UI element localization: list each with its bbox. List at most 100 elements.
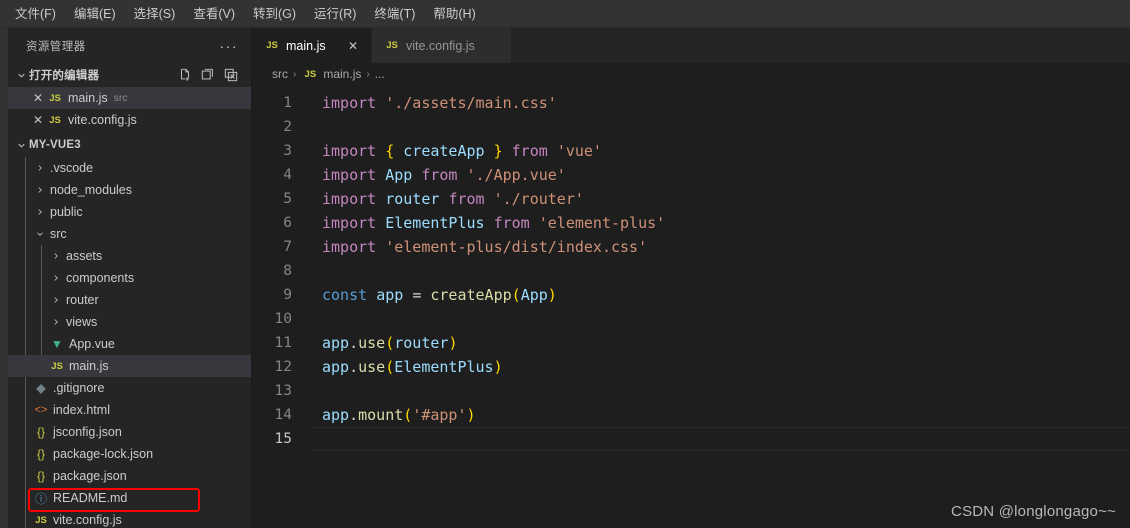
open-editors-section-header[interactable]: 打开的编辑器 bbox=[8, 63, 251, 87]
new-file-icon[interactable] bbox=[178, 68, 192, 82]
tree-item-views[interactable]: views bbox=[8, 311, 251, 333]
menu-edit[interactable]: 编辑(E) bbox=[65, 3, 125, 25]
line-number: 8 bbox=[283, 263, 292, 279]
explorer-sidebar: 资源管理器 ··· 打开的编辑器 ✕ JS main.js src ✕ JS v… bbox=[8, 28, 252, 528]
line-number: 6 bbox=[283, 215, 292, 231]
tab-label: main.js bbox=[286, 38, 326, 53]
tree-item-label: jsconfig.json bbox=[53, 425, 122, 439]
close-all-icon[interactable] bbox=[224, 68, 238, 82]
html-file-icon: <> bbox=[34, 404, 48, 416]
tree-item-components[interactable]: components bbox=[8, 267, 251, 289]
chevron-right-icon bbox=[48, 251, 63, 261]
line-number: 2 bbox=[283, 119, 292, 135]
readme-info-icon: ⓘ bbox=[34, 491, 47, 506]
line-number: 14 bbox=[274, 407, 292, 423]
tree-item-label: node_modules bbox=[50, 183, 133, 197]
close-icon[interactable]: ✕ bbox=[30, 91, 46, 105]
menu-file[interactable]: 文件(F) bbox=[6, 3, 65, 25]
activity-bar[interactable] bbox=[0, 28, 8, 528]
code-line-12: app.use(ElementPlus) bbox=[322, 358, 503, 376]
explorer-title-bar: 资源管理器 ··· bbox=[8, 28, 251, 63]
line-number: 12 bbox=[274, 359, 292, 375]
tree-item-vscode[interactable]: .vscode bbox=[8, 157, 251, 179]
tree-item-router[interactable]: router bbox=[8, 289, 251, 311]
menu-help[interactable]: 帮助(H) bbox=[424, 3, 484, 25]
code-line-1: import './assets/main.css' bbox=[322, 94, 557, 112]
code-line-5: import router from './router' bbox=[322, 190, 584, 208]
json-file-icon: {} bbox=[36, 469, 45, 483]
tree-item-readme-md[interactable]: ⓘ README.md bbox=[8, 487, 251, 509]
code-line-9: const app = createApp(App) bbox=[322, 286, 557, 304]
tree-item-app-vue[interactable]: ▼ App.vue bbox=[8, 333, 251, 355]
tree-item-main-js[interactable]: JS main.js bbox=[8, 355, 251, 377]
menu-bar: 文件(F) 编辑(E) 选择(S) 查看(V) 转到(G) 运行(R) 终端(T… bbox=[0, 0, 1130, 28]
menu-selection[interactable]: 选择(S) bbox=[125, 3, 185, 25]
line-number: 4 bbox=[283, 167, 292, 183]
tree-item-label: .vscode bbox=[50, 161, 94, 175]
tree-item-src[interactable]: src bbox=[8, 223, 251, 245]
file-tree: .vscode node_modules public src assets c… bbox=[8, 157, 251, 528]
line-number: 7 bbox=[283, 239, 292, 255]
tree-item-public[interactable]: public bbox=[8, 201, 251, 223]
tree-item-gitignore[interactable]: ◆ .gitignore bbox=[8, 377, 251, 399]
tree-item-label: main.js bbox=[69, 359, 109, 373]
tab-main-js[interactable]: JS main.js ✕ bbox=[252, 28, 372, 63]
tree-item-jsconfig-json[interactable]: {} jsconfig.json bbox=[8, 421, 251, 443]
open-editor-main-js[interactable]: ✕ JS main.js src bbox=[8, 87, 251, 109]
gitignore-file-icon: ◆ bbox=[36, 381, 46, 395]
menu-view[interactable]: 查看(V) bbox=[184, 3, 244, 25]
line-number: 11 bbox=[274, 335, 292, 351]
menu-run[interactable]: 运行(R) bbox=[305, 3, 365, 25]
tree-item-label: package-lock.json bbox=[53, 447, 154, 461]
json-file-icon: {} bbox=[36, 447, 45, 461]
line-number: 10 bbox=[274, 311, 292, 327]
breadcrumb-item-symbols[interactable]: ... bbox=[375, 67, 385, 81]
code-line-6: import ElementPlus from 'element-plus' bbox=[322, 214, 666, 232]
code-content[interactable]: import './assets/main.css' import { crea… bbox=[308, 85, 1130, 528]
js-file-icon: JS bbox=[386, 40, 398, 51]
open-editors-actions bbox=[178, 68, 243, 82]
code-line-3: import { createApp } from 'vue' bbox=[322, 142, 602, 160]
line-number: 13 bbox=[274, 383, 292, 399]
project-section-header[interactable]: MY-VUE3 bbox=[8, 133, 251, 157]
code-line-11: app.use(router) bbox=[322, 334, 458, 352]
open-editor-label: main.js bbox=[68, 91, 108, 105]
line-number: 5 bbox=[283, 191, 292, 207]
chevron-right-icon bbox=[48, 317, 63, 327]
tree-item-node-modules[interactable]: node_modules bbox=[8, 179, 251, 201]
code-editor[interactable]: 1 2 3 4 5 6 7 8 9 10 11 12 13 14 15 impo… bbox=[252, 85, 1130, 528]
chevron-right-icon bbox=[32, 163, 47, 173]
tree-item-index-html[interactable]: <> index.html bbox=[8, 399, 251, 421]
editor-tab-bar: JS main.js ✕ JS vite.config.js ✕ bbox=[252, 28, 1130, 63]
save-all-icon[interactable] bbox=[201, 68, 215, 82]
menu-go[interactable]: 转到(G) bbox=[244, 3, 305, 25]
explorer-more-actions-icon[interactable]: ··· bbox=[217, 38, 242, 54]
open-editor-vite-config-js[interactable]: ✕ JS vite.config.js bbox=[8, 109, 251, 131]
line-number: 1 bbox=[283, 95, 292, 111]
tree-item-label: index.html bbox=[53, 403, 110, 417]
tree-item-vite-config-js[interactable]: JS vite.config.js bbox=[8, 509, 251, 528]
chevron-down-icon bbox=[14, 140, 29, 151]
tab-close-icon[interactable]: ✕ bbox=[345, 39, 361, 53]
js-file-icon: JS bbox=[266, 40, 278, 51]
menu-terminal[interactable]: 终端(T) bbox=[365, 3, 424, 25]
code-line-14: app.mount('#app') bbox=[322, 406, 476, 424]
tree-item-assets[interactable]: assets bbox=[8, 245, 251, 267]
close-icon[interactable]: ✕ bbox=[30, 113, 46, 127]
editor-group: JS main.js ✕ JS vite.config.js ✕ src › J… bbox=[252, 28, 1130, 528]
line-number: 3 bbox=[283, 143, 292, 159]
code-line-15 bbox=[308, 427, 1130, 451]
breadcrumb-item-main-js[interactable]: main.js bbox=[323, 67, 361, 81]
breadcrumb-separator-icon: › bbox=[366, 68, 370, 80]
tree-item-label: vite.config.js bbox=[53, 513, 122, 527]
tab-vite-config-js[interactable]: JS vite.config.js ✕ bbox=[372, 28, 512, 63]
breadcrumb-item-src[interactable]: src bbox=[272, 67, 288, 81]
chevron-right-icon bbox=[32, 185, 47, 195]
tree-item-package-lock-json[interactable]: {} package-lock.json bbox=[8, 443, 251, 465]
tree-item-package-json[interactable]: {} package.json bbox=[8, 465, 251, 487]
tab-label: vite.config.js bbox=[406, 38, 475, 53]
vue-file-icon: ▼ bbox=[51, 337, 63, 351]
